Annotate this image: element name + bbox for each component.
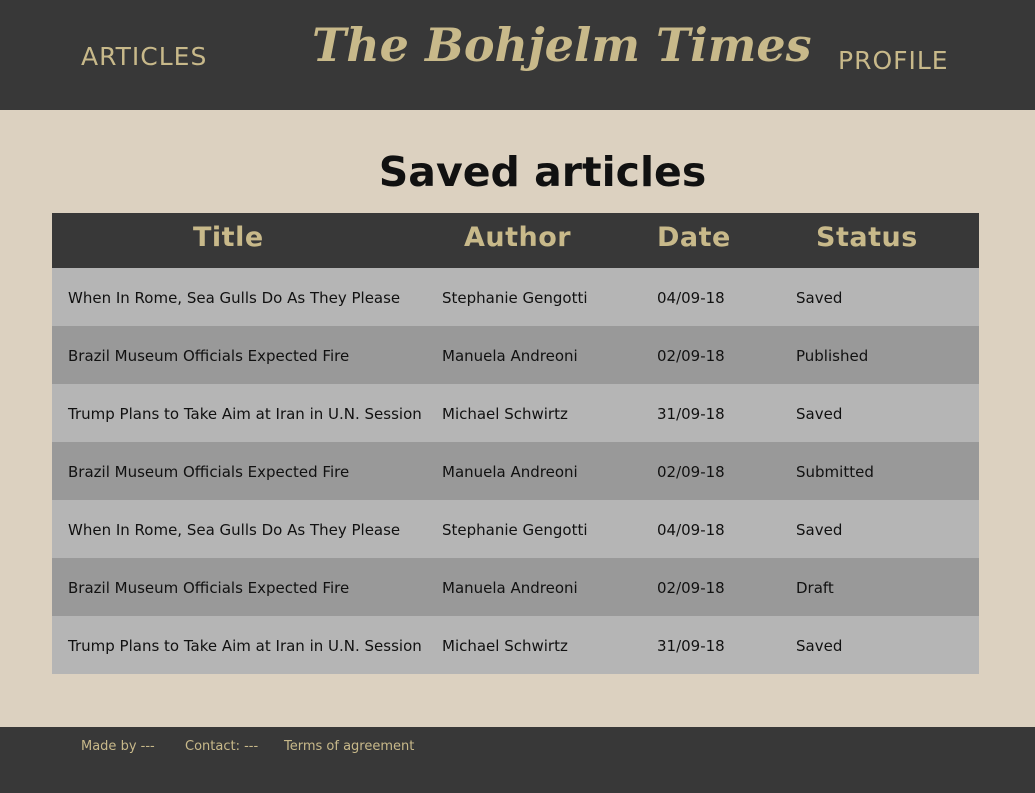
status-cell: Submitted [796, 463, 874, 481]
date-cell: 02/09-18 [657, 579, 725, 597]
nav-articles-link[interactable]: ARTICLES [81, 42, 207, 71]
column-header-title: Title [193, 222, 264, 253]
table-header: Title Author Date Status [52, 213, 979, 268]
status-cell: Saved [796, 521, 843, 539]
status-cell: Saved [796, 289, 843, 307]
date-cell: 31/09-18 [657, 637, 725, 655]
article-title-cell[interactable]: When In Rome, Sea Gulls Do As They Pleas… [68, 521, 400, 539]
date-cell: 02/09-18 [657, 347, 725, 365]
article-title-cell[interactable]: Trump Plans to Take Aim at Iran in U.N. … [68, 405, 422, 423]
column-header-status: Status [816, 222, 918, 253]
nav-profile-link[interactable]: PROFILE [838, 46, 949, 75]
status-cell: Saved [796, 637, 843, 655]
date-cell: 04/09-18 [657, 521, 725, 539]
site-footer: Made by --- Contact: --- Terms of agreem… [0, 727, 1035, 793]
author-cell: Stephanie Gengotti [442, 521, 588, 539]
author-cell: Manuela Andreoni [442, 579, 578, 597]
author-cell: Manuela Andreoni [442, 463, 578, 481]
footer-terms-link[interactable]: Terms of agreement [284, 739, 414, 754]
author-cell: Stephanie Gengotti [442, 289, 588, 307]
site-header: ARTICLES The Bohjelm Times PROFILE [0, 0, 1035, 110]
status-cell: Draft [796, 579, 834, 597]
author-cell: Michael Schwirtz [442, 405, 568, 423]
saved-articles-table: Title Author Date Status When In Rome, S… [52, 213, 979, 674]
footer-made-by: Made by --- [81, 739, 155, 754]
status-cell: Published [796, 347, 869, 365]
site-logo[interactable]: The Bohjelm Times [312, 18, 812, 72]
article-title-cell[interactable]: Brazil Museum Officials Expected Fire [68, 579, 349, 597]
column-header-date: Date [657, 222, 731, 253]
table-row[interactable]: Trump Plans to Take Aim at Iran in U.N. … [52, 384, 979, 442]
table-row[interactable]: Brazil Museum Officials Expected Fire Ma… [52, 442, 979, 500]
status-cell: Saved [796, 405, 843, 423]
table-row[interactable]: When In Rome, Sea Gulls Do As They Pleas… [52, 500, 979, 558]
article-title-cell[interactable]: Brazil Museum Officials Expected Fire [68, 347, 349, 365]
author-cell: Manuela Andreoni [442, 347, 578, 365]
table-row[interactable]: Brazil Museum Officials Expected Fire Ma… [52, 326, 979, 384]
date-cell: 31/09-18 [657, 405, 725, 423]
table-row[interactable]: Trump Plans to Take Aim at Iran in U.N. … [52, 616, 979, 674]
page-title: Saved articles [378, 148, 707, 196]
date-cell: 04/09-18 [657, 289, 725, 307]
footer-contact: Contact: --- [185, 739, 259, 754]
author-cell: Michael Schwirtz [442, 637, 568, 655]
date-cell: 02/09-18 [657, 463, 725, 481]
table-row[interactable]: When In Rome, Sea Gulls Do As They Pleas… [52, 268, 979, 326]
column-header-author: Author [464, 222, 572, 253]
article-title-cell[interactable]: Trump Plans to Take Aim at Iran in U.N. … [68, 637, 422, 655]
table-row[interactable]: Brazil Museum Officials Expected Fire Ma… [52, 558, 979, 616]
article-title-cell[interactable]: Brazil Museum Officials Expected Fire [68, 463, 349, 481]
article-title-cell[interactable]: When In Rome, Sea Gulls Do As They Pleas… [68, 289, 400, 307]
